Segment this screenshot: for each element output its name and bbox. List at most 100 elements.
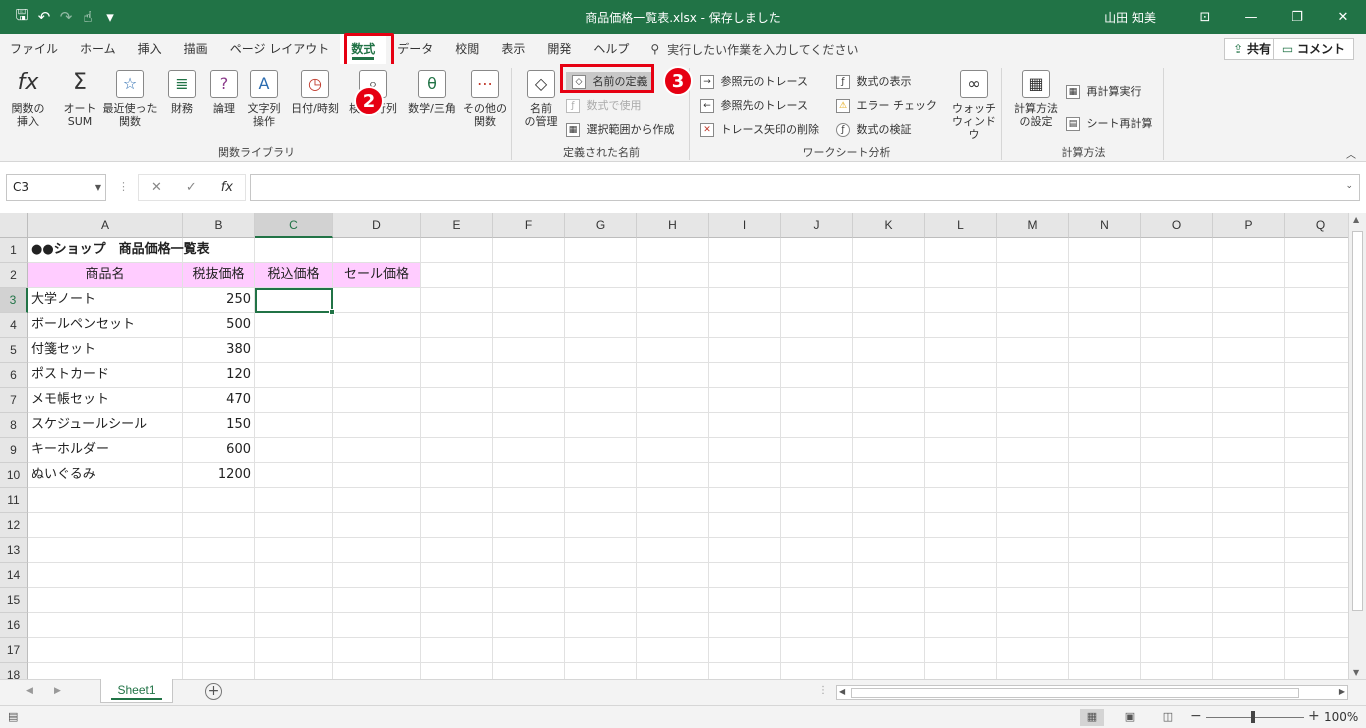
cell-K6[interactable] <box>853 363 925 388</box>
cell-G2[interactable] <box>565 263 637 288</box>
cancel-icon[interactable]: ✕ <box>151 180 162 195</box>
cell-L7[interactable] <box>925 388 997 413</box>
cell-P14[interactable] <box>1213 563 1285 588</box>
cell-Q11[interactable] <box>1285 488 1348 513</box>
cell-L5[interactable] <box>925 338 997 363</box>
cell-P18[interactable] <box>1213 663 1285 679</box>
column-header-L[interactable]: L <box>925 213 997 238</box>
cell-I11[interactable] <box>709 488 781 513</box>
cell-O17[interactable] <box>1141 638 1213 663</box>
cell-D9[interactable] <box>333 438 421 463</box>
cell-C15[interactable] <box>255 588 333 613</box>
cell-D12[interactable] <box>333 513 421 538</box>
row-header-2[interactable]: 2 <box>0 263 28 288</box>
cell-P17[interactable] <box>1213 638 1285 663</box>
cell-D1[interactable] <box>333 238 421 263</box>
cell-Q10[interactable] <box>1285 463 1348 488</box>
save-icon[interactable]: 🖫 <box>14 5 30 30</box>
text-button[interactable]: A 文字列 操作 <box>242 70 286 128</box>
cell-B5[interactable]: 380 <box>183 338 255 363</box>
vertical-scrollbar[interactable]: ▲ ▼ <box>1348 213 1366 679</box>
cell-F14[interactable] <box>493 563 565 588</box>
cell-E5[interactable] <box>421 338 493 363</box>
cell-M2[interactable] <box>997 263 1069 288</box>
sheet-tab-sheet1[interactable]: Sheet1 <box>100 679 173 703</box>
evaluate-formula-button[interactable]: ƒ 数式の検証 <box>836 120 912 140</box>
cell-F2[interactable] <box>493 263 565 288</box>
select-all-corner[interactable] <box>0 213 28 238</box>
cell-B2[interactable]: 税抜価格 <box>183 263 255 288</box>
cell-M8[interactable] <box>997 413 1069 438</box>
row-header-3[interactable]: 3 <box>0 288 28 313</box>
trace-precedents-button[interactable]: → 参照元のトレース <box>700 72 808 92</box>
expand-formula-bar-icon[interactable]: ⌄ <box>1345 181 1353 191</box>
cell-B14[interactable] <box>183 563 255 588</box>
cell-N5[interactable] <box>1069 338 1141 363</box>
cell-A8[interactable]: スケジュールシール <box>28 413 183 438</box>
tab-formulas[interactable]: 数式 <box>340 34 387 64</box>
cell-D7[interactable] <box>333 388 421 413</box>
cell-M13[interactable] <box>997 538 1069 563</box>
name-manager-button[interactable]: ◇ 名前 の管理 <box>520 70 562 128</box>
cell-A6[interactable]: ポストカード <box>28 363 183 388</box>
tab-help[interactable]: ヘルプ <box>582 34 640 64</box>
cell-Q9[interactable] <box>1285 438 1348 463</box>
cell-N9[interactable] <box>1069 438 1141 463</box>
cell-Q17[interactable] <box>1285 638 1348 663</box>
cell-F17[interactable] <box>493 638 565 663</box>
cell-L10[interactable] <box>925 463 997 488</box>
cell-M4[interactable] <box>997 313 1069 338</box>
cell-J8[interactable] <box>781 413 853 438</box>
cell-E16[interactable] <box>421 613 493 638</box>
cell-G11[interactable] <box>565 488 637 513</box>
cell-C18[interactable] <box>255 663 333 679</box>
row-header-5[interactable]: 5 <box>0 338 28 363</box>
cell-A12[interactable] <box>28 513 183 538</box>
tab-home[interactable]: ホーム <box>69 34 127 64</box>
cell-D14[interactable] <box>333 563 421 588</box>
cell-O3[interactable] <box>1141 288 1213 313</box>
logical-button[interactable]: ? 論理 <box>202 70 246 115</box>
cell-Q8[interactable] <box>1285 413 1348 438</box>
page-break-view-icon[interactable]: ◫ <box>1156 709 1180 726</box>
column-header-N[interactable]: N <box>1069 213 1141 238</box>
horizontal-scroll-thumb[interactable] <box>851 688 1299 698</box>
cell-E18[interactable] <box>421 663 493 679</box>
cell-M16[interactable] <box>997 613 1069 638</box>
macro-record-icon[interactable]: ▤ <box>8 710 18 723</box>
cell-J9[interactable] <box>781 438 853 463</box>
cell-K9[interactable] <box>853 438 925 463</box>
cell-K2[interactable] <box>853 263 925 288</box>
column-header-O[interactable]: O <box>1141 213 1213 238</box>
cell-M14[interactable] <box>997 563 1069 588</box>
cell-M1[interactable] <box>997 238 1069 263</box>
column-header-C[interactable]: C <box>255 213 333 238</box>
cell-H18[interactable] <box>637 663 709 679</box>
cell-J17[interactable] <box>781 638 853 663</box>
tab-data[interactable]: データ <box>386 34 444 64</box>
cell-O9[interactable] <box>1141 438 1213 463</box>
column-header-H[interactable]: H <box>637 213 709 238</box>
name-box[interactable]: C3 ▼ <box>6 174 106 201</box>
cell-B11[interactable] <box>183 488 255 513</box>
cell-D11[interactable] <box>333 488 421 513</box>
cell-K13[interactable] <box>853 538 925 563</box>
row-header-15[interactable]: 15 <box>0 588 28 613</box>
cell-I15[interactable] <box>709 588 781 613</box>
cell-N4[interactable] <box>1069 313 1141 338</box>
column-header-Q[interactable]: Q <box>1285 213 1348 238</box>
datetime-button[interactable]: ◷ 日付/時刻 <box>288 70 342 115</box>
ribbon-display-options-icon[interactable]: ⊡ <box>1182 10 1228 25</box>
cell-B12[interactable] <box>183 513 255 538</box>
cell-K10[interactable] <box>853 463 925 488</box>
cell-L16[interactable] <box>925 613 997 638</box>
cell-B16[interactable] <box>183 613 255 638</box>
cell-G3[interactable] <box>565 288 637 313</box>
customize-qat-icon[interactable]: ▾ <box>102 8 118 26</box>
cell-O1[interactable] <box>1141 238 1213 263</box>
cell-O15[interactable] <box>1141 588 1213 613</box>
tab-file[interactable]: ファイル <box>0 34 69 64</box>
row-header-13[interactable]: 13 <box>0 538 28 563</box>
cell-E2[interactable] <box>421 263 493 288</box>
cell-D2[interactable]: セール価格 <box>333 263 421 288</box>
